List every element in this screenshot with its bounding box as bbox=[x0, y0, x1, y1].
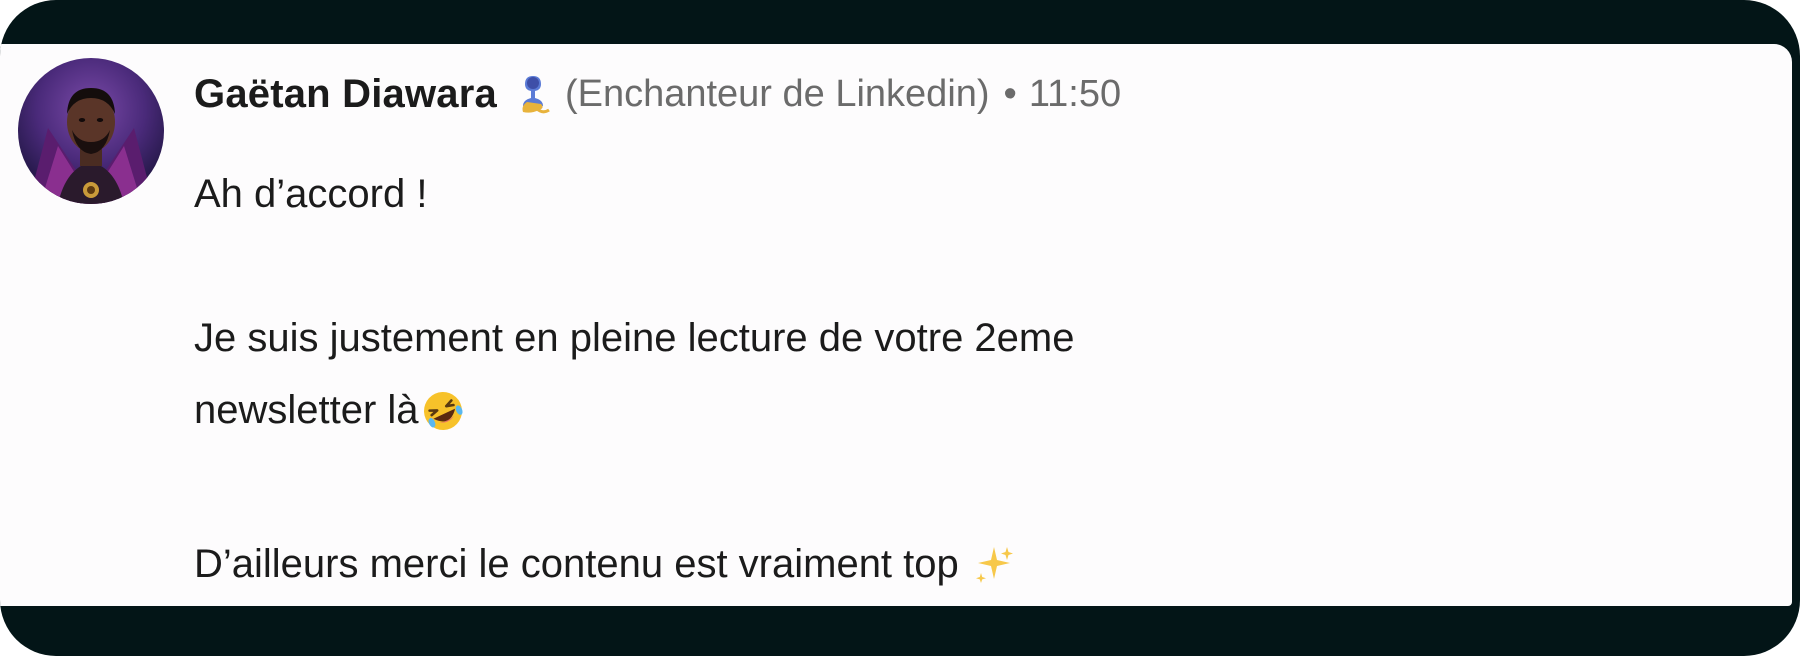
header-separator: • bbox=[1003, 72, 1017, 115]
author-title: (Enchanteur de Linkedin) bbox=[564, 72, 990, 115]
genie-emoji-icon bbox=[511, 72, 555, 116]
message-line: D’ailleurs merci le contenu est vraiment… bbox=[194, 528, 1394, 610]
message-card: Gaëtan Diawara (Enchanteur de Linkedin) … bbox=[0, 44, 1792, 606]
message-line: Ah d’accord ! bbox=[194, 172, 428, 216]
message-line-text: newsletter là bbox=[194, 388, 419, 432]
sparkles-emoji-icon bbox=[972, 538, 1016, 610]
author-name[interactable]: Gaëtan Diawara bbox=[194, 72, 497, 117]
message-line: newsletter là bbox=[194, 374, 1394, 456]
author-avatar[interactable] bbox=[18, 58, 164, 204]
message-header: Gaëtan Diawara (Enchanteur de Linkedin) … bbox=[194, 64, 1121, 124]
avatar-portrait-icon bbox=[28, 88, 154, 204]
message-line: Je suis justement en pleine lecture de v… bbox=[194, 316, 1075, 360]
message-timestamp: 11:50 bbox=[1028, 72, 1122, 115]
screenshot-frame: Gaëtan Diawara (Enchanteur de Linkedin) … bbox=[0, 0, 1800, 656]
message-line-text: D’ailleurs merci le contenu est vraiment… bbox=[194, 542, 959, 586]
rolling-on-floor-laughing-emoji-icon bbox=[421, 384, 465, 456]
message-body: Ah d’accord ! Je suis justement en plein… bbox=[194, 158, 1394, 610]
